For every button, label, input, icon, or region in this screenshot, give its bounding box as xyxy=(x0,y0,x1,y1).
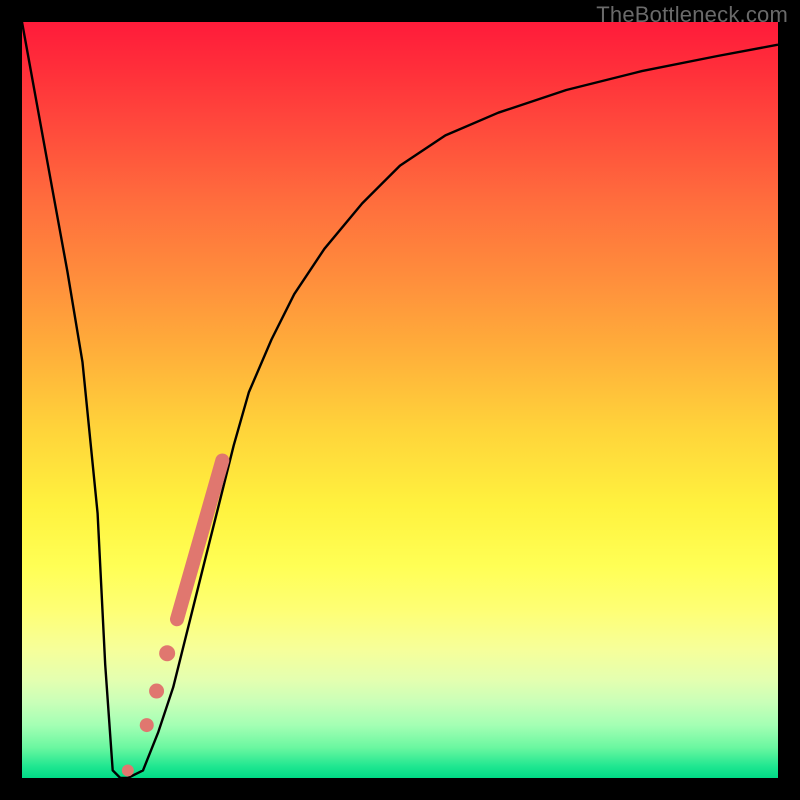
watermark-text: TheBottleneck.com xyxy=(596,2,788,28)
highlight-point xyxy=(149,684,164,699)
highlight-point xyxy=(140,718,154,732)
highlight-point xyxy=(122,764,134,776)
highlight-segment xyxy=(177,460,222,619)
plot-area xyxy=(22,22,778,778)
curve-layer xyxy=(22,22,778,778)
chart-stage: TheBottleneck.com xyxy=(0,0,800,800)
bottleneck-curve xyxy=(22,22,778,778)
highlight-point xyxy=(159,645,175,661)
